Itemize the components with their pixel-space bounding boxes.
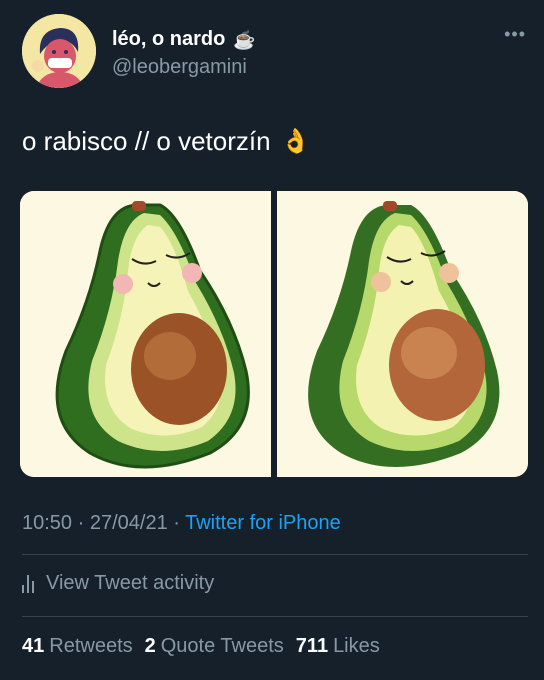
quote-tweets-label: Quote Tweets (160, 635, 284, 657)
activity-label: View Tweet activity (46, 572, 215, 594)
meta-separator: · (167, 512, 186, 534)
tweet-header: léo, o nardo ☕ @leobergamini ••• (22, 14, 526, 94)
media-image-right[interactable] (277, 191, 528, 477)
tweet-meta: 10:50 · 27/04/21 · Twitter for iPhone (22, 512, 341, 535)
display-name[interactable]: léo, o nardo (112, 28, 225, 51)
avatar[interactable] (22, 14, 96, 88)
media-image-left[interactable] (20, 191, 271, 477)
coffee-emoji-icon: ☕ (233, 29, 256, 50)
retweets-label: Retweets (49, 635, 133, 657)
more-dots-icon[interactable]: ••• (504, 24, 526, 45)
retweets-count: 41 (22, 635, 45, 657)
likes-count: 711 (295, 635, 329, 657)
meta-separator: · (72, 512, 90, 534)
tweet-media (20, 191, 528, 477)
divider (22, 554, 528, 555)
avatar-illustration-icon (22, 14, 96, 88)
likes-stat[interactable]: 711 Likes (296, 635, 380, 658)
quote-tweets-count: 2 (144, 635, 156, 657)
divider (22, 616, 528, 617)
avocado-sketch-icon (20, 191, 271, 477)
tweet-body: o rabisco // o vetorzín (22, 126, 271, 156)
likes-label: Likes (333, 635, 380, 657)
name-row: léo, o nardo ☕ (112, 28, 256, 51)
retweets-stat[interactable]: 41 Retweets (22, 635, 133, 658)
tweet-source-link[interactable]: Twitter for iPhone (185, 512, 341, 534)
quote-tweets-stat[interactable]: 2 Quote Tweets (145, 635, 284, 658)
ok-hand-emoji-icon: 👌 (280, 128, 311, 155)
tweet-time[interactable]: 10:50 (22, 512, 72, 534)
user-handle[interactable]: @leobergamini (112, 56, 247, 79)
avocado-vector-icon (277, 191, 528, 477)
analytics-bars-icon (22, 574, 34, 593)
tweet-text: o rabisco // o vetorzín 👌 (22, 126, 310, 157)
tweet-stats: 41 Retweets 2 Quote Tweets 711 Likes (22, 635, 392, 658)
tweet-date[interactable]: 27/04/21 (90, 512, 168, 534)
view-tweet-activity[interactable]: View Tweet activity (22, 572, 214, 595)
